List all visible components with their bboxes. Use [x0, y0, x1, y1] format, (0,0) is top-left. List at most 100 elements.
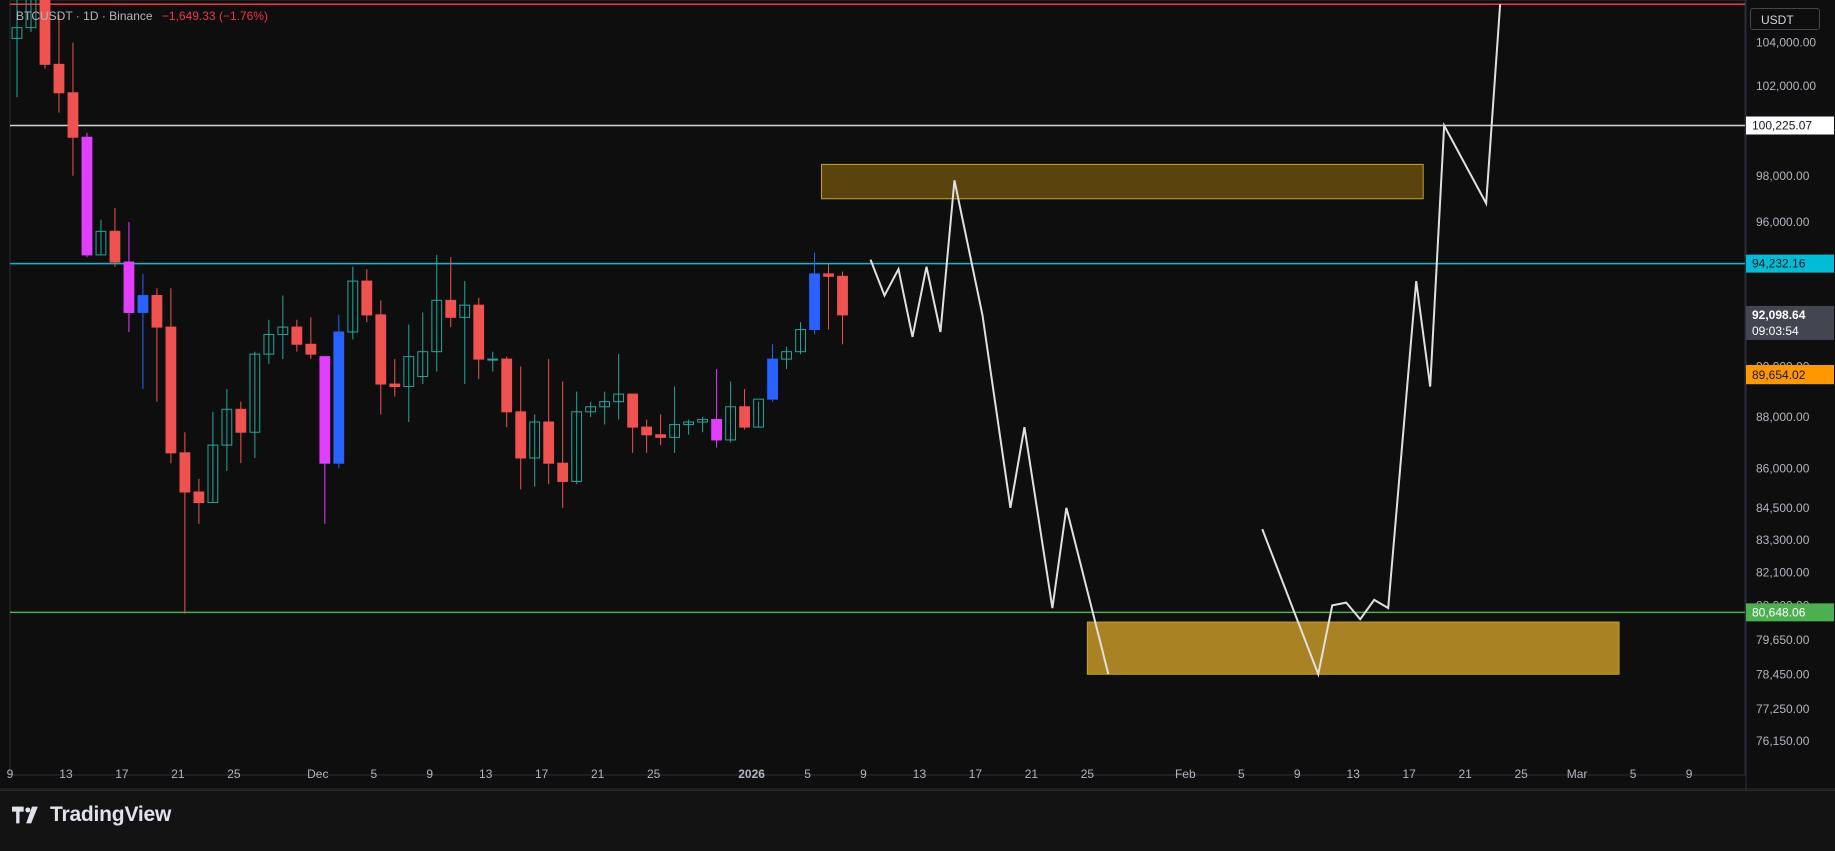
- candle-body: [501, 358, 513, 413]
- date-tick-label: 25: [647, 767, 661, 781]
- date-tick-label: 13: [479, 767, 493, 781]
- exchange-label: Binance: [109, 9, 153, 23]
- candle-body: [291, 326, 303, 345]
- candle-body: [67, 92, 79, 138]
- orange-badge-text: 89,654.02: [1752, 368, 1806, 382]
- candle-body: [109, 230, 121, 263]
- projection-path: [1261, 4, 1502, 678]
- candle-body: [837, 275, 848, 316]
- candle-body: [445, 299, 457, 318]
- date-tick-label: 13: [1347, 767, 1361, 781]
- date-tick-label: 21: [1458, 767, 1472, 781]
- date-tick-label: 9: [7, 767, 14, 781]
- candle-body: [641, 426, 653, 436]
- price-tick-label: 84,500.00: [1756, 501, 1810, 515]
- date-tick-label: 5: [370, 767, 377, 781]
- price-tick-label: 104,000.00: [1756, 36, 1816, 50]
- candle-body: [137, 295, 149, 313]
- date-tick-label: 17: [1403, 767, 1417, 781]
- candle-body: [739, 406, 750, 428]
- date-tick-label: 25: [227, 767, 241, 781]
- candle-body: [767, 358, 778, 400]
- price-badge-text: 94,232.16: [1752, 257, 1806, 271]
- candle-body: [375, 314, 387, 385]
- date-tick-label: 9: [1294, 767, 1301, 781]
- candle-body: [389, 383, 401, 388]
- candle-body: [487, 358, 499, 361]
- candle-body: [305, 343, 317, 355]
- candle-body: [53, 63, 65, 94]
- price-tick-label: 79,650.00: [1756, 633, 1810, 647]
- countdown-text: 09:03:54: [1752, 324, 1799, 338]
- candle-body: [515, 411, 527, 459]
- tradingview-logo[interactable]: TradingView: [12, 803, 171, 827]
- price-tick-label: 96,000.00: [1756, 215, 1810, 229]
- candle-body: [165, 326, 177, 454]
- candle-body: [151, 295, 163, 328]
- price-chart[interactable]: 104,000.00 102,000.00 98,000.00 96,000.00 9 0…: [0, 0, 1835, 790]
- price-tick-label: 78,450.00: [1756, 667, 1810, 681]
- date-tick-label: Mar: [1567, 767, 1588, 781]
- symbol-header: BTCUSDT · 1D · Binance −1,649.33 (−1.76%…: [16, 9, 268, 23]
- price-tick-label: 86,000.00: [1756, 461, 1810, 475]
- date-tick-label: 9: [1686, 767, 1693, 781]
- header-sep: ·: [75, 9, 80, 23]
- header-sep: ·: [101, 9, 106, 23]
- candle-body: [361, 280, 373, 316]
- date-tick-label: 21: [1025, 767, 1039, 781]
- footer: TradingView: [0, 790, 1835, 851]
- candle-body: [655, 434, 667, 438]
- date-tick-label: 17: [115, 767, 129, 781]
- date-tick-label: 13: [59, 767, 73, 781]
- date-tick-label: 2026: [738, 767, 765, 781]
- candle-body: [809, 273, 820, 331]
- candle-body: [333, 331, 345, 464]
- candle-body: [179, 452, 191, 493]
- price-tick-label: 77,250.00: [1756, 702, 1810, 716]
- candle-body: [543, 421, 555, 464]
- date-tick-label: Dec: [307, 767, 328, 781]
- interval-label[interactable]: 1D: [83, 9, 98, 23]
- price-tick-label: 88,000.00: [1756, 410, 1810, 424]
- candle-body: [473, 304, 485, 360]
- date-tick-label: 13: [913, 767, 927, 781]
- price-badge-text: 80,648.06: [1752, 605, 1806, 619]
- date-tick-label: 9: [426, 767, 433, 781]
- candle-body: [123, 261, 135, 313]
- price-tick-label: 102,000.00: [1756, 79, 1816, 93]
- price-tick-label: 76,150.00: [1756, 734, 1810, 748]
- candle-body: [711, 418, 722, 441]
- date-tick-label: 5: [804, 767, 811, 781]
- candle-body: [235, 408, 247, 433]
- tradingview-logo-icon: [12, 806, 38, 824]
- date-tick-label: 9: [860, 767, 867, 781]
- projection-path: [869, 180, 1110, 675]
- chart-area[interactable]: 104,000.00 102,000.00 98,000.00 96,000.00 9 0…: [0, 0, 1835, 790]
- candle-body: [81, 136, 93, 256]
- brand-name: TradingView: [50, 803, 172, 826]
- date-tick-label: 17: [969, 767, 983, 781]
- date-tick-label: Feb: [1175, 767, 1196, 781]
- price-zone: [821, 163, 1424, 200]
- price-tick-label: 83,300.00: [1756, 533, 1810, 547]
- price-tick-label: 98,000.00: [1756, 169, 1810, 183]
- date-tick-label: 21: [171, 767, 185, 781]
- price-tick-label: 82,100.00: [1756, 565, 1810, 579]
- date-tick-label: 17: [535, 767, 549, 781]
- date-tick-label: 5: [1630, 767, 1637, 781]
- date-tick-label: 25: [1081, 767, 1095, 781]
- candle-body: [193, 491, 205, 504]
- candle-body: [557, 462, 569, 482]
- date-tick-label: 5: [1238, 767, 1245, 781]
- candle-body: [627, 393, 639, 428]
- candle-body: [319, 356, 331, 464]
- currency-button[interactable]: USDT: [1750, 8, 1820, 30]
- price-badge-text: 100,225.07: [1752, 118, 1812, 132]
- current-price-text: 92,098.64: [1752, 308, 1806, 322]
- date-tick-label: 21: [591, 767, 605, 781]
- price-change: −1,649.33 (−1.76%): [161, 9, 268, 23]
- date-tick-label: 25: [1514, 767, 1528, 781]
- candle-body: [823, 273, 834, 277]
- symbol-name[interactable]: BTCUSDT: [16, 9, 72, 23]
- price-zone: [1086, 621, 1620, 675]
